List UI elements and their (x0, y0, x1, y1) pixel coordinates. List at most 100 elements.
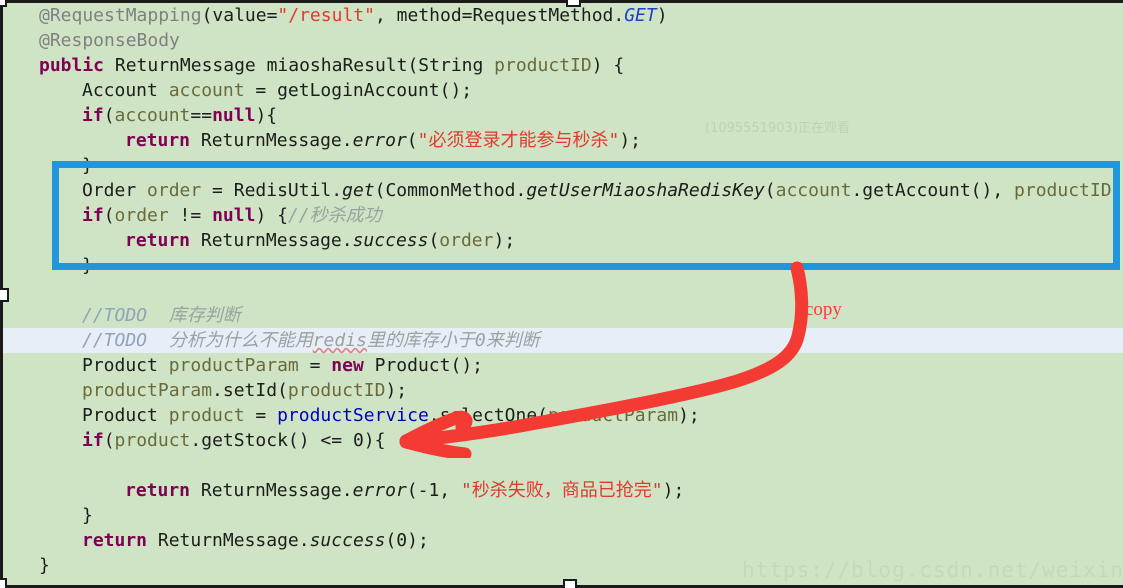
code-token: != (168, 205, 213, 226)
code-token: return (125, 230, 191, 251)
code-token: success (352, 230, 429, 251)
code-line[interactable]: Product product = productService.selectO… (3, 403, 1123, 428)
code-token: } (82, 155, 93, 176)
code-token: Order (82, 180, 148, 201)
viewer-watermark: (1095551903)正在观看 (705, 121, 850, 136)
code-editor-surface[interactable]: @RequestMapping(value="/result", method=… (3, 3, 1123, 585)
code-token: ); (662, 480, 685, 501)
code-token: .getStock() <= 0){ (190, 430, 386, 451)
code-token: } (82, 505, 93, 526)
code-line[interactable]: @ResponseBody (3, 28, 1123, 53)
code-token: productParam (548, 405, 679, 426)
code-token: .selectOne( (428, 405, 549, 426)
code-line[interactable]: if(order != null) {//秒杀成功 (3, 203, 1123, 228)
code-token: if (82, 105, 104, 126)
code-token: ( (103, 430, 115, 451)
selection-handle-top-left[interactable] (0, 0, 7, 7)
code-line[interactable]: productParam.setId(productID); (3, 378, 1123, 403)
code-token: ); (493, 230, 516, 251)
selection-handle-bottom-center[interactable] (563, 579, 577, 588)
code-token: (0); (385, 530, 429, 551)
selection-handle-left-middle[interactable] (0, 288, 9, 302)
code-token: productID (1014, 180, 1112, 201)
code-token: if (82, 205, 104, 226)
code-token: productParam (168, 355, 299, 376)
code-token: ( (764, 180, 776, 201)
code-token: ( (428, 230, 440, 251)
code-token: account (114, 105, 191, 126)
code-token: null (212, 205, 256, 226)
code-line[interactable]: } (3, 253, 1123, 278)
code-token: return (125, 130, 191, 151)
code-token: GET (624, 5, 657, 26)
code-line[interactable]: public ReturnMessage miaoshaResult(Strin… (3, 53, 1123, 78)
code-line[interactable]: //TODO 分析为什么不能用redis里的库存小于0来判断 (3, 328, 1123, 353)
code-token: ) { (591, 55, 625, 76)
code-token: Product (82, 355, 169, 376)
code-token: @ResponseBody (39, 30, 180, 51)
code-token: return (82, 530, 148, 551)
code-token: } (82, 255, 93, 276)
code-token: Account (82, 80, 169, 101)
code-token: order (439, 230, 494, 251)
code-line[interactable]: return ReturnMessage.success(0); (3, 528, 1123, 553)
code-token: (value= (201, 5, 278, 26)
code-token: } (39, 555, 50, 576)
code-token: ( (103, 205, 115, 226)
code-token: Product (82, 405, 169, 426)
code-token: ReturnMessage. (190, 230, 353, 251)
code-token: if (82, 430, 104, 451)
code-token: //TODO (82, 330, 148, 351)
code-token: ) (656, 5, 668, 26)
code-token: = (298, 355, 332, 376)
code-token: @RequestMapping (39, 5, 202, 26)
code-token: getUserMiaoshaRedisKey (526, 180, 765, 201)
code-line[interactable]: if(product.getStock() <= 0){ (3, 428, 1123, 453)
code-line[interactable]: } (3, 503, 1123, 528)
code-token: productService (277, 405, 429, 426)
code-line[interactable]: @RequestMapping(value="/result", method=… (3, 3, 1123, 28)
code-token: error (352, 130, 407, 151)
code-token: product (168, 405, 245, 426)
code-line-list: @RequestMapping(value="/result", method=… (3, 3, 1123, 585)
code-token: 库存判断 (147, 305, 241, 326)
selection-handle-bottom-left[interactable] (0, 578, 7, 588)
code-screenshot: @RequestMapping(value="/result", method=… (0, 0, 1123, 588)
code-token: return (125, 480, 191, 501)
code-token: ReturnMessage. (147, 530, 310, 551)
code-token: = (244, 405, 278, 426)
code-token: "必须登录才能参与秒杀" (417, 130, 620, 151)
code-token: = RedisUtil. (201, 180, 343, 201)
code-token: order (147, 180, 202, 201)
code-token: productID (494, 55, 592, 76)
code-line[interactable]: Account account = getLoginAccount(); (3, 78, 1123, 103)
code-line[interactable]: if(account==null){ (3, 103, 1123, 128)
code-token: == (190, 105, 213, 126)
code-line[interactable]: } (3, 153, 1123, 178)
copy-annotation-label: copy (805, 299, 842, 320)
code-line[interactable]: return ReturnMessage.error("必须登录才能参与秒杀")… (3, 128, 1123, 153)
code-token: ); (385, 380, 408, 401)
code-line[interactable]: return ReturnMessage.error(-1, "秒杀失败，商品已… (3, 478, 1123, 503)
code-line[interactable]: return ReturnMessage.success(order); (3, 228, 1123, 253)
code-token: productID (287, 380, 386, 401)
code-line[interactable]: Product productParam = new Product(); (3, 353, 1123, 378)
code-token: redis (312, 330, 367, 351)
code-token: order (114, 205, 169, 226)
code-token: ( (103, 105, 115, 126)
code-token: productParam (82, 380, 213, 401)
code-token: ( (406, 130, 418, 151)
frame-top-border (0, 0, 1123, 3)
code-token: new (331, 355, 364, 376)
code-token: ReturnMessage miaoshaResult(String (104, 55, 495, 76)
code-line[interactable] (3, 278, 1123, 303)
code-line[interactable]: Order order = RedisUtil.get(CommonMethod… (3, 178, 1123, 203)
code-token: "/result" (277, 5, 375, 26)
code-line[interactable] (3, 453, 1123, 478)
selection-handle-top-center[interactable] (566, 0, 581, 7)
code-token: account (168, 80, 245, 101)
code-line[interactable]: //TODO 库存判断 (3, 303, 1123, 328)
code-token: success (309, 530, 386, 551)
code-token: //TODO (82, 305, 148, 326)
code-token: get (342, 180, 375, 201)
